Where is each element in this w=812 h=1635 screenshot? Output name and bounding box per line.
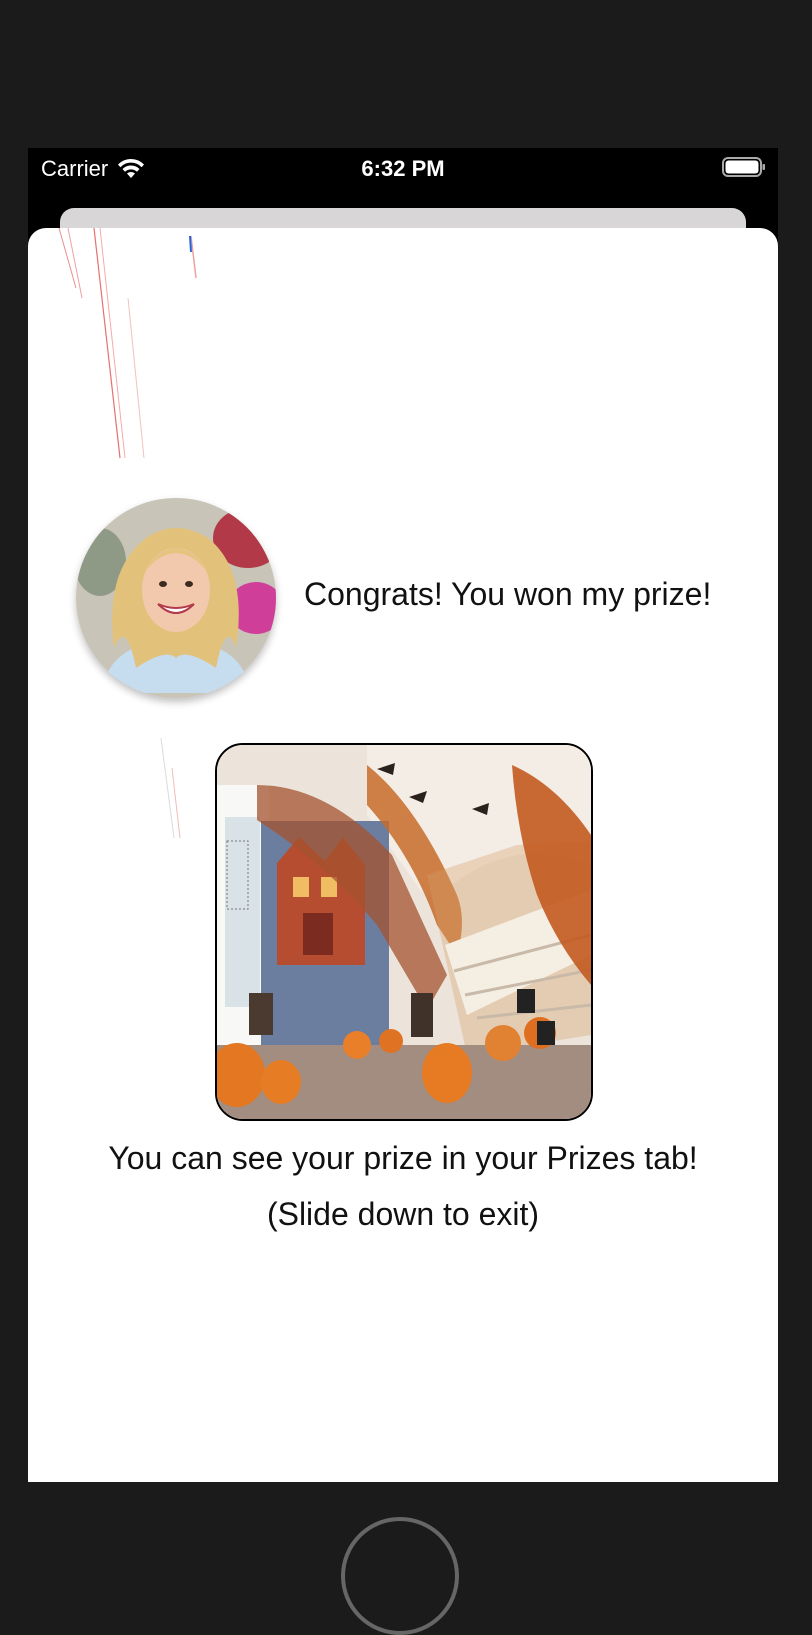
host-message-row: Congrats! You won my prize!	[76, 498, 766, 703]
battery-icon	[722, 157, 765, 177]
prize-modal-sheet[interactable]: Congrats! You won my prize! You can see …	[28, 228, 778, 1482]
device-bezel: Carrier 6:32 PM Congrats! You won my pri…	[0, 0, 812, 1635]
prize-image-illustration	[217, 745, 591, 1119]
host-avatar	[76, 498, 276, 698]
status-bar: Carrier 6:32 PM	[28, 148, 778, 188]
phone-screen: Carrier 6:32 PM Congrats! You won my pri…	[28, 148, 778, 1482]
prize-caption: You can see your prize in your Prizes ta…	[108, 1140, 698, 1176]
home-button-indicator[interactable]	[341, 1517, 459, 1635]
halloween-prize-image	[215, 743, 593, 1121]
status-time: 6:32 PM	[361, 156, 445, 181]
host-avatar-image	[76, 498, 276, 698]
exit-hint: (Slide down to exit)	[266, 1196, 540, 1232]
congrats-message: Congrats! You won my prize!	[304, 576, 712, 612]
